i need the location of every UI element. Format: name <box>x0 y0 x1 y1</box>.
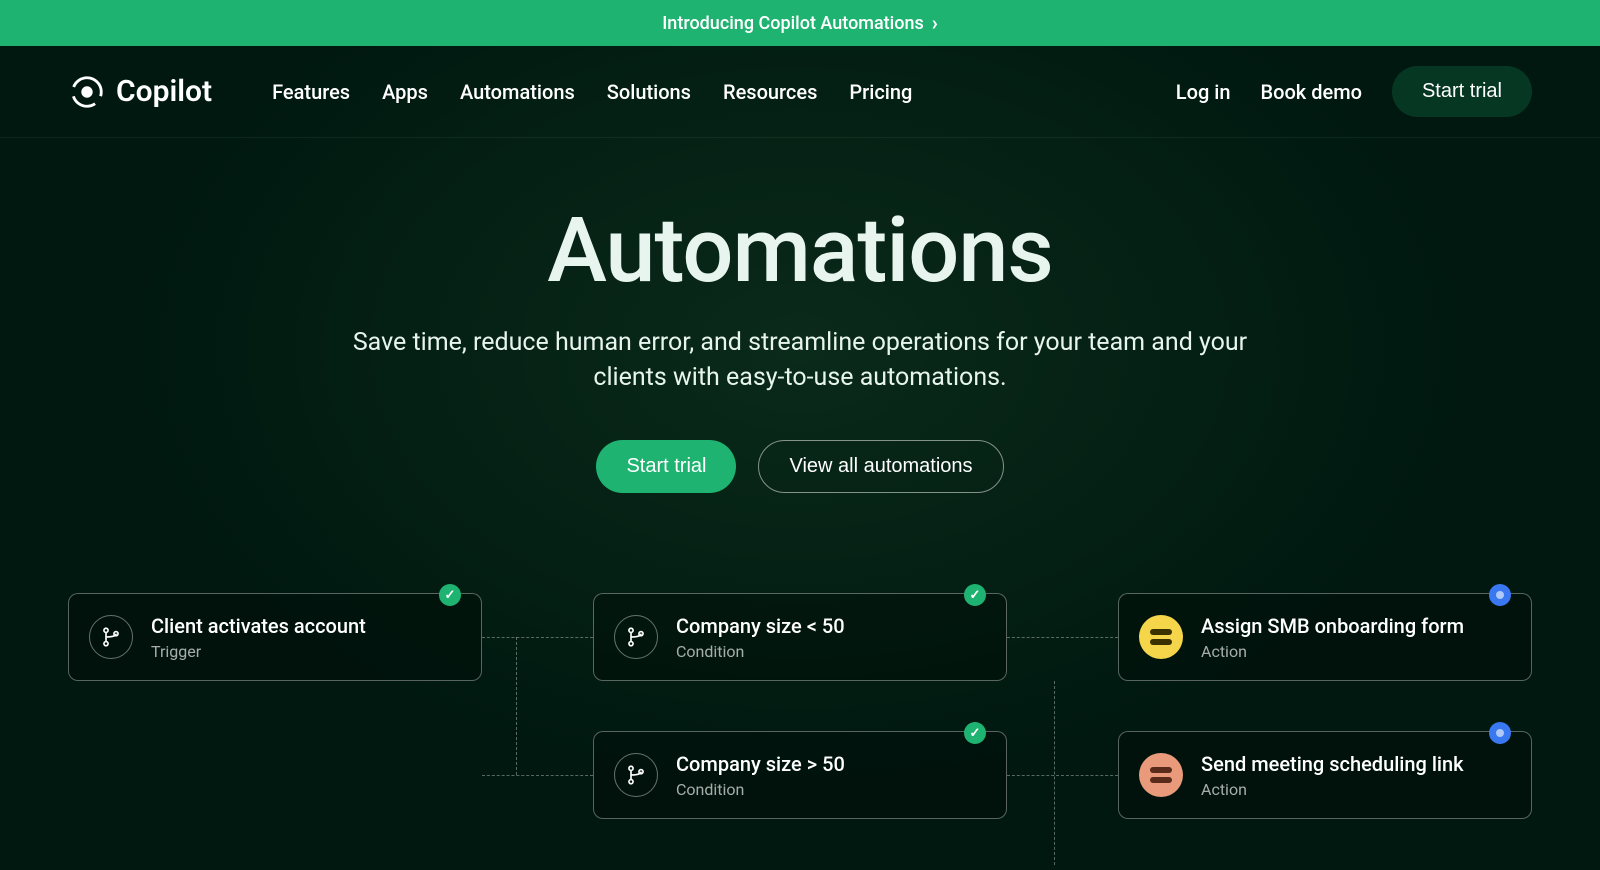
connector-line <box>1007 775 1118 776</box>
git-branch-icon <box>614 753 658 797</box>
nav-features[interactable]: Features <box>272 80 350 104</box>
connector-line <box>1007 637 1118 638</box>
book-demo-link[interactable]: Book demo <box>1260 80 1361 104</box>
hero-section: Automations Save time, reduce human erro… <box>0 138 1600 493</box>
nav-apps[interactable]: Apps <box>382 80 428 104</box>
card-type: Condition <box>676 642 845 661</box>
card-title: Company size < 50 <box>676 614 845 638</box>
git-branch-icon <box>89 615 133 659</box>
hero-subtitle: Save time, reduce human error, and strea… <box>320 325 1280 395</box>
card-title: Send meeting scheduling link <box>1201 752 1464 776</box>
form-icon <box>1139 615 1183 659</box>
status-dot-icon <box>1489 722 1511 744</box>
nav-resources[interactable]: Resources <box>723 80 817 104</box>
main-nav: Features Apps Automations Solutions Reso… <box>272 80 912 104</box>
flow-spacer <box>68 731 482 819</box>
trigger-card[interactable]: ✓ Client activates account Trigger <box>68 593 482 681</box>
card-title: Assign SMB onboarding form <box>1201 614 1464 638</box>
nav-automations[interactable]: Automations <box>460 80 575 104</box>
check-icon: ✓ <box>439 584 461 606</box>
announcement-banner[interactable]: Introducing Copilot Automations › <box>0 0 1600 46</box>
brand-name: Copilot <box>116 74 212 109</box>
git-branch-icon <box>614 615 658 659</box>
action-card-1[interactable]: Assign SMB onboarding form Action <box>1118 593 1532 681</box>
hero-start-trial-button[interactable]: Start trial <box>596 440 736 493</box>
view-all-automations-button[interactable]: View all automations <box>758 440 1003 493</box>
nav-pricing[interactable]: Pricing <box>849 80 912 104</box>
check-icon: ✓ <box>964 722 986 744</box>
condition-card-2[interactable]: ✓ Company size > 50 Condition <box>593 731 1007 819</box>
hero-cta-group: Start trial View all automations <box>0 440 1600 493</box>
connector-line <box>482 637 593 638</box>
start-trial-button[interactable]: Start trial <box>1392 66 1532 117</box>
header-actions: Log in Book demo Start trial <box>1176 66 1532 117</box>
card-title: Client activates account <box>151 614 366 638</box>
card-type: Action <box>1201 780 1464 799</box>
nav-solutions[interactable]: Solutions <box>607 80 691 104</box>
check-icon: ✓ <box>964 584 986 606</box>
page-title: Automations <box>0 198 1600 303</box>
card-title: Company size > 50 <box>676 752 845 776</box>
automation-flow-diagram: ✓ Client activates account Trigger ✓ Com… <box>68 593 1532 853</box>
card-type: Trigger <box>151 642 366 661</box>
status-dot-icon <box>1489 584 1511 606</box>
connector-line <box>482 775 593 776</box>
card-type: Condition <box>676 780 845 799</box>
link-icon <box>1139 753 1183 797</box>
condition-card-1[interactable]: ✓ Company size < 50 Condition <box>593 593 1007 681</box>
chevron-right-icon: › <box>932 11 938 35</box>
login-link[interactable]: Log in <box>1176 80 1231 104</box>
brand-logo[interactable]: Copilot <box>68 73 212 111</box>
banner-text: Introducing Copilot Automations <box>662 13 924 34</box>
flow-row-1: ✓ Client activates account Trigger ✓ Com… <box>68 593 1532 681</box>
flow-row-2: ✓ Company size > 50 Condition Send meeti… <box>68 731 1532 819</box>
card-type: Action <box>1201 642 1464 661</box>
site-header: Copilot Features Apps Automations Soluti… <box>0 46 1600 138</box>
logo-icon <box>68 73 106 111</box>
action-card-2[interactable]: Send meeting scheduling link Action <box>1118 731 1532 819</box>
